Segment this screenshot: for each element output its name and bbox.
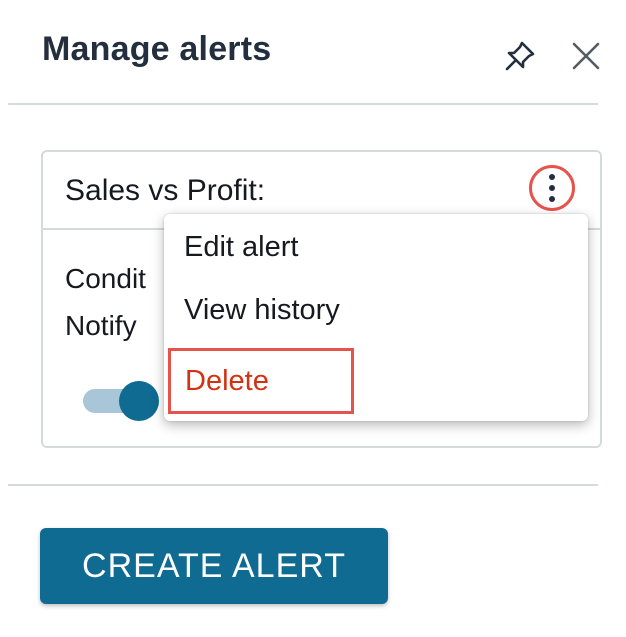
alert-condition-label: Condit — [65, 263, 146, 294]
kebab-menu-icon — [549, 174, 555, 180]
pin-icon — [505, 41, 535, 71]
delete-highlight-box: Delete — [168, 348, 354, 414]
kebab-dot — [549, 196, 555, 202]
close-button[interactable] — [566, 36, 606, 76]
close-icon — [572, 42, 600, 70]
create-alert-button[interactable]: CREATE ALERT — [40, 528, 388, 604]
toggle-knob — [119, 381, 159, 421]
menu-item-view-history[interactable]: View history — [184, 294, 340, 327]
kebab-dot — [549, 185, 555, 191]
menu-item-edit-alert[interactable]: Edit alert — [184, 231, 298, 264]
alert-title: Sales vs Profit: — [65, 174, 266, 207]
alert-notify-label: Notify — [65, 310, 137, 341]
header-divider — [8, 103, 598, 105]
panel-title: Manage alerts — [42, 30, 272, 68]
footer-divider — [8, 484, 598, 486]
pin-button[interactable] — [500, 36, 540, 76]
alert-enabled-toggle[interactable] — [83, 379, 165, 423]
alert-actions-button[interactable] — [529, 165, 575, 211]
alert-actions-menu: Edit alert View history Delete — [164, 214, 588, 421]
menu-item-delete[interactable]: Delete — [185, 365, 269, 398]
